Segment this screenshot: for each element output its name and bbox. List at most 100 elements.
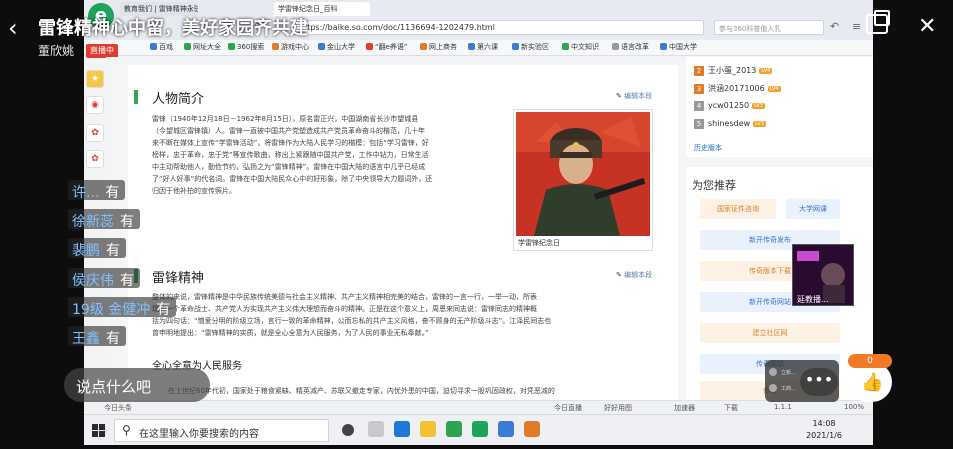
side-toolbar: ★ ◉ ✿ ✿ xyxy=(84,62,106,182)
chat-user[interactable]: 徐新蕊 xyxy=(72,214,114,230)
level-badge: LV3 xyxy=(753,121,767,127)
rank-badge: 5 xyxy=(694,119,704,129)
avatar xyxy=(769,384,777,392)
text-line: （今望城区雷锋镇）人。雷锋一直被中国共产党塑造成共产党员革命奋斗的楷范，几十年 xyxy=(152,127,425,135)
text-line: 榜样，忠于革命，忠于党”等宣传歌曲，称出上紧跟随中国共产党，工作中钻力，日常生活 xyxy=(152,151,429,159)
status-item[interactable]: 下载 xyxy=(724,403,738,413)
contributor-row[interactable]: 4 ycw01250 LV3 xyxy=(694,101,765,111)
thumbs-up-icon: 👍 xyxy=(861,372,884,393)
recommend-link[interactable]: 国家证件咨询 xyxy=(700,199,776,219)
portrait-caption: 学雷锋纪念日 xyxy=(518,239,560,247)
task-view-icon[interactable] xyxy=(368,421,384,437)
status-item[interactable]: 加速器 xyxy=(674,403,695,413)
level-badge: LV4 xyxy=(767,86,781,92)
app-icon[interactable] xyxy=(498,421,514,437)
contributor-row[interactable]: 5 shinesdew LV3 xyxy=(694,119,767,129)
edit-section-link[interactable]: 编辑本段 xyxy=(616,91,652,101)
lei-feng-portrait-image xyxy=(516,112,650,236)
more-options-button[interactable]: ••• xyxy=(800,368,838,396)
chat-message: 裴鹏有 xyxy=(68,238,126,259)
explorer-icon[interactable] xyxy=(420,421,436,437)
chat-message: 侯庆伟有 xyxy=(68,268,140,289)
avatar xyxy=(769,368,777,376)
pip-window-icon[interactable] xyxy=(866,10,890,34)
co-host-label: 延教播... xyxy=(797,295,829,304)
chevron-left-icon[interactable]: ‹ xyxy=(8,14,28,42)
taskbar-search-input[interactable]: 在这里输入你要搜索的内容 xyxy=(114,419,329,442)
chat-user[interactable]: 裴鹏 xyxy=(72,243,100,259)
section-marker xyxy=(134,90,138,104)
viewer-name: 立新... xyxy=(781,370,796,376)
chat-user[interactable]: 侯庆伟 xyxy=(72,273,114,289)
recommend-link[interactable]: 大学网课 xyxy=(786,199,840,219)
article-content: 人物简介 编辑本段 雷锋（1940年12月18日－1962年8月15日），原名雷… xyxy=(128,65,678,400)
contributor-name: ycw01250 xyxy=(708,101,750,110)
recommend-link[interactable]: 建立社区网 xyxy=(700,323,840,343)
tool-icon[interactable]: ✿ xyxy=(86,150,104,168)
portrait-card[interactable]: 学雷锋纪念日 xyxy=(513,109,653,251)
status-item[interactable]: 今日头条 xyxy=(104,403,132,413)
chat-text: 有 xyxy=(120,214,134,230)
cortana-icon[interactable] xyxy=(342,424,354,436)
chat-user[interactable]: 19级 金健冲 xyxy=(72,302,150,318)
zoom-level[interactable]: 100% xyxy=(844,403,864,411)
stream-header: ‹ 雷锋精神心中留，美好家园齐共建 董欣姚 ✕ xyxy=(0,0,953,60)
app-icon[interactable] xyxy=(524,421,540,437)
status-item[interactable]: 今日直播 xyxy=(554,403,582,413)
history-version-link[interactable]: 历史版本 xyxy=(694,143,722,153)
section-title-intro: 人物简介 xyxy=(152,92,205,107)
close-icon[interactable]: ✕ xyxy=(918,14,936,39)
subsection-paragraph: 在上世纪60年代初，国家处于粮食紧缺、精英减产、苏联又撤走专家，内忧外患的中国，… xyxy=(168,387,555,395)
contributor-row[interactable]: 2 王小蛋_2013 LV4 xyxy=(694,65,773,76)
chat-message: 王鑫有 xyxy=(68,326,126,347)
edge-icon[interactable] xyxy=(394,421,410,437)
text-line: 括为四句话：“憎爱分明的阶级立场，言行一致的革命精神，公而忘私的共产主义风格，奋… xyxy=(152,317,552,325)
status-item[interactable]: 1.1.1 xyxy=(774,403,792,411)
tool-icon[interactable]: ✿ xyxy=(86,124,104,142)
level-badge: LV3 xyxy=(752,103,765,109)
edit-section-link[interactable]: 编辑本段 xyxy=(616,270,652,280)
browser-statusbar: 今日头条 今日直播 好好用图 加速器 下载 1.1.1 100% xyxy=(84,400,873,414)
section-title-spirit: 雷锋精神 xyxy=(152,271,205,286)
system-clock[interactable]: 14:08 2021/1/6 xyxy=(804,418,844,442)
text-line: 曾申明地提出：“雷锋精神的实质，就是全心全意为人民服务，为了人民的事业无私奉献。… xyxy=(152,329,429,337)
clock-date: 2021/1/6 xyxy=(806,431,842,440)
chat-message: 许... 有 xyxy=(68,180,126,201)
windows-taskbar: 在这里输入你要搜索的内容 14:08 2021/1/6 xyxy=(84,414,873,445)
right-sidebar: 2 王小蛋_2013 LV4 3 洪涵20171006 LV4 4 ycw01250 LV3… xyxy=(686,57,873,401)
chat-message: 19级 金健冲有 xyxy=(68,297,177,318)
text-line: 雷锋（1940年12月18日－1962年8月15日），原名雷正兴，中国湖南省长沙… xyxy=(152,115,419,123)
live-stream-view: e 教育我们 | 雷锋精神永驻 学雷锋纪念日_百科 ⟳ https://baik… xyxy=(0,0,953,449)
chat-text: 有 xyxy=(120,273,134,289)
chat-user[interactable]: 王鑫 xyxy=(72,331,100,347)
text-line: 归因于他补拍的宣传照片。 xyxy=(152,187,236,195)
windows-start-icon[interactable] xyxy=(92,424,105,437)
wechat-icon[interactable] xyxy=(472,421,488,437)
chat-text: 有 xyxy=(106,331,120,347)
chat-text: 有 xyxy=(106,243,120,259)
contributor-name: shinesdew xyxy=(708,119,751,128)
browser-360-icon[interactable] xyxy=(446,421,462,437)
text-line: 整体的来说，雷锋精神是中华民族传统美德与社会主义精神、共产主义精神相完美的结合，… xyxy=(152,293,537,301)
like-count: 0 xyxy=(848,354,892,368)
like-button[interactable]: 👍 xyxy=(848,362,892,402)
clock-time: 14:08 xyxy=(812,419,836,428)
portrait-illustration xyxy=(516,112,650,236)
spirit-paragraph: 整体的来说，雷锋精神是中华民族传统美德与社会主义精神、共产主义精神相完美的结合，… xyxy=(152,291,672,339)
status-item[interactable]: 好好用图 xyxy=(604,403,632,413)
baike-page: 人物简介 编辑本段 雷锋（1940年12月18日－1962年8月15日），原名雷… xyxy=(106,57,873,401)
chat-message: 徐新蕊有 xyxy=(68,209,140,230)
contributor-name: 王小蛋_2013 xyxy=(708,66,757,75)
rank-badge: 2 xyxy=(694,66,704,76)
contributors-list: 2 王小蛋_2013 LV4 3 洪涵20171006 LV4 4 ycw01250 LV3… xyxy=(686,57,873,157)
contributor-row[interactable]: 3 洪涵20171006 LV4 xyxy=(694,83,781,94)
eye-icon[interactable]: ◉ xyxy=(86,96,104,114)
text-line: 来不断在媒体上宣传“学雷锋活动”，将雷锋作为大陆人民学习的楷模：包括“学习雷锋，… xyxy=(152,139,429,147)
rank-badge: 4 xyxy=(694,101,704,111)
stream-host-name: 董欣姚 xyxy=(38,44,75,58)
recommend-title: 为您推荐 xyxy=(692,179,736,192)
star-icon[interactable]: ★ xyxy=(86,70,104,88)
chat-input[interactable]: 说点什么吧 xyxy=(64,368,210,402)
chat-user[interactable]: 许... xyxy=(72,185,99,201)
level-badge: LV4 xyxy=(759,68,773,74)
